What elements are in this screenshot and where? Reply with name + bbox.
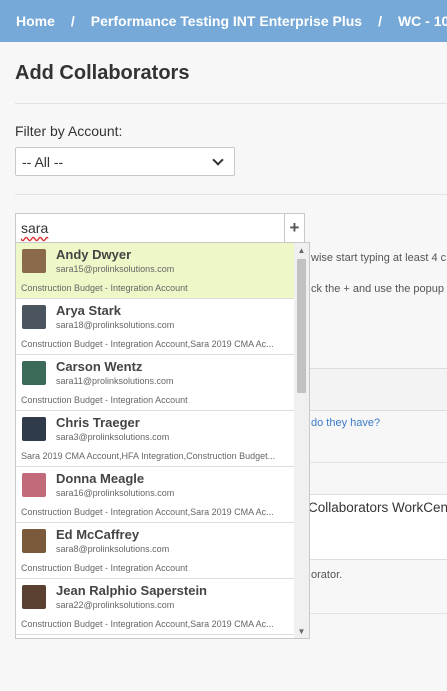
search-input-value: sara bbox=[21, 220, 49, 236]
autocomplete-dropdown: Andy Dwyer sara15@prolinksolutions.com Con… bbox=[15, 242, 310, 639]
table-header bbox=[305, 368, 447, 411]
user-email: sara11@prolinksolutions.com bbox=[56, 376, 174, 386]
user-accounts: Construction Budget - Integration Accoun… bbox=[21, 283, 188, 293]
user-name: Jean Ralphio Saperstein bbox=[56, 583, 207, 598]
help-link[interactable]: do they have? bbox=[311, 417, 380, 429]
list-item[interactable]: Carson Wentz sara11@prolinksolutions.com C… bbox=[16, 355, 295, 411]
breadcrumb-workcenter[interactable]: WC - 100 bbox=[398, 13, 447, 29]
avatar bbox=[22, 473, 46, 497]
breadcrumb-home[interactable]: Home bbox=[16, 13, 55, 29]
user-name: Andy Dwyer bbox=[56, 247, 132, 262]
breadcrumb-separator: / bbox=[70, 13, 75, 29]
account-filter-value: -- All -- bbox=[22, 153, 64, 170]
collaborator-note: orator. bbox=[311, 569, 343, 581]
user-email: sara8@prolinksolutions.com bbox=[56, 544, 170, 554]
collaborators-section-title: Collaborators WorkCen bbox=[308, 500, 447, 515]
chevron-down-icon bbox=[212, 153, 224, 166]
list-item[interactable]: Andy Dwyer sara15@prolinksolutions.com Con… bbox=[16, 243, 295, 299]
user-email: sara18@prolinksolutions.com bbox=[56, 320, 175, 330]
scrollbar[interactable]: ▲ ▼ bbox=[294, 243, 309, 638]
search-hint-text: wise start typing at least 4 c bbox=[311, 252, 447, 264]
divider bbox=[15, 103, 447, 104]
user-name: Chris Traeger bbox=[56, 415, 140, 430]
breadcrumb: Home / Performance Testing INT Enterpris… bbox=[0, 0, 447, 42]
breadcrumb-separator: / bbox=[378, 13, 382, 29]
add-collaborator-button[interactable]: + bbox=[284, 214, 304, 242]
list-item[interactable]: Arya Stark sara18@prolinksolutions.com Con… bbox=[16, 299, 295, 355]
user-accounts: Construction Budget - Integration Accoun… bbox=[21, 619, 274, 629]
avatar bbox=[22, 585, 46, 609]
popup-hint-text: ck the + and use the popup bbox=[311, 283, 445, 295]
user-accounts: Sara 2019 CMA Account,HFA Integration,Co… bbox=[21, 451, 276, 461]
divider bbox=[305, 462, 447, 463]
results-list: Andy Dwyer sara15@prolinksolutions.com Con… bbox=[16, 243, 309, 638]
scroll-down-icon[interactable]: ▼ bbox=[294, 624, 309, 638]
user-name: Carson Wentz bbox=[56, 359, 143, 374]
avatar bbox=[22, 529, 46, 553]
avatar bbox=[22, 305, 46, 329]
user-name: Donna Meagle bbox=[56, 471, 145, 486]
account-filter-select[interactable]: -- All -- bbox=[15, 147, 235, 176]
avatar bbox=[22, 417, 46, 441]
list-item[interactable] bbox=[16, 635, 295, 638]
user-name: Arya Stark bbox=[56, 303, 122, 318]
avatar bbox=[22, 361, 46, 385]
list-item[interactable]: Jean Ralphio Saperstein sara22@prolinksol… bbox=[16, 579, 295, 635]
list-item[interactable]: Chris Traeger sara3@prolinksolutions.com S… bbox=[16, 411, 295, 467]
user-name: Ed McCaffrey bbox=[56, 527, 140, 542]
list-item[interactable]: Donna Meagle sara16@prolinksolutions.com C… bbox=[16, 467, 295, 523]
user-email: sara16@prolinksolutions.com bbox=[56, 488, 175, 498]
filter-label: Filter by Account: bbox=[15, 123, 123, 139]
breadcrumb-project[interactable]: Performance Testing INT Enterprise Plus bbox=[91, 13, 362, 29]
collaborator-search: sara + bbox=[15, 213, 305, 243]
user-email: sara3@prolinksolutions.com bbox=[56, 432, 170, 442]
user-accounts: Construction Budget - Integration Accoun… bbox=[21, 395, 188, 405]
divider bbox=[15, 194, 447, 195]
scroll-thumb[interactable] bbox=[297, 259, 306, 393]
user-accounts: Construction Budget - Integration Accoun… bbox=[21, 563, 188, 573]
user-accounts: Construction Budget - Integration Accoun… bbox=[21, 507, 274, 517]
avatar bbox=[22, 249, 46, 273]
user-accounts: Construction Budget - Integration Accoun… bbox=[21, 339, 274, 349]
user-email: sara15@prolinksolutions.com bbox=[56, 264, 175, 274]
divider bbox=[305, 613, 447, 614]
user-email: sara22@prolinksolutions.com bbox=[56, 600, 175, 610]
page-title: Add Collaborators bbox=[15, 62, 190, 84]
scroll-up-icon[interactable]: ▲ bbox=[294, 243, 309, 257]
list-item[interactable]: Ed McCaffrey sara8@prolinksolutions.com Co… bbox=[16, 523, 295, 579]
search-input[interactable]: sara bbox=[16, 214, 284, 242]
